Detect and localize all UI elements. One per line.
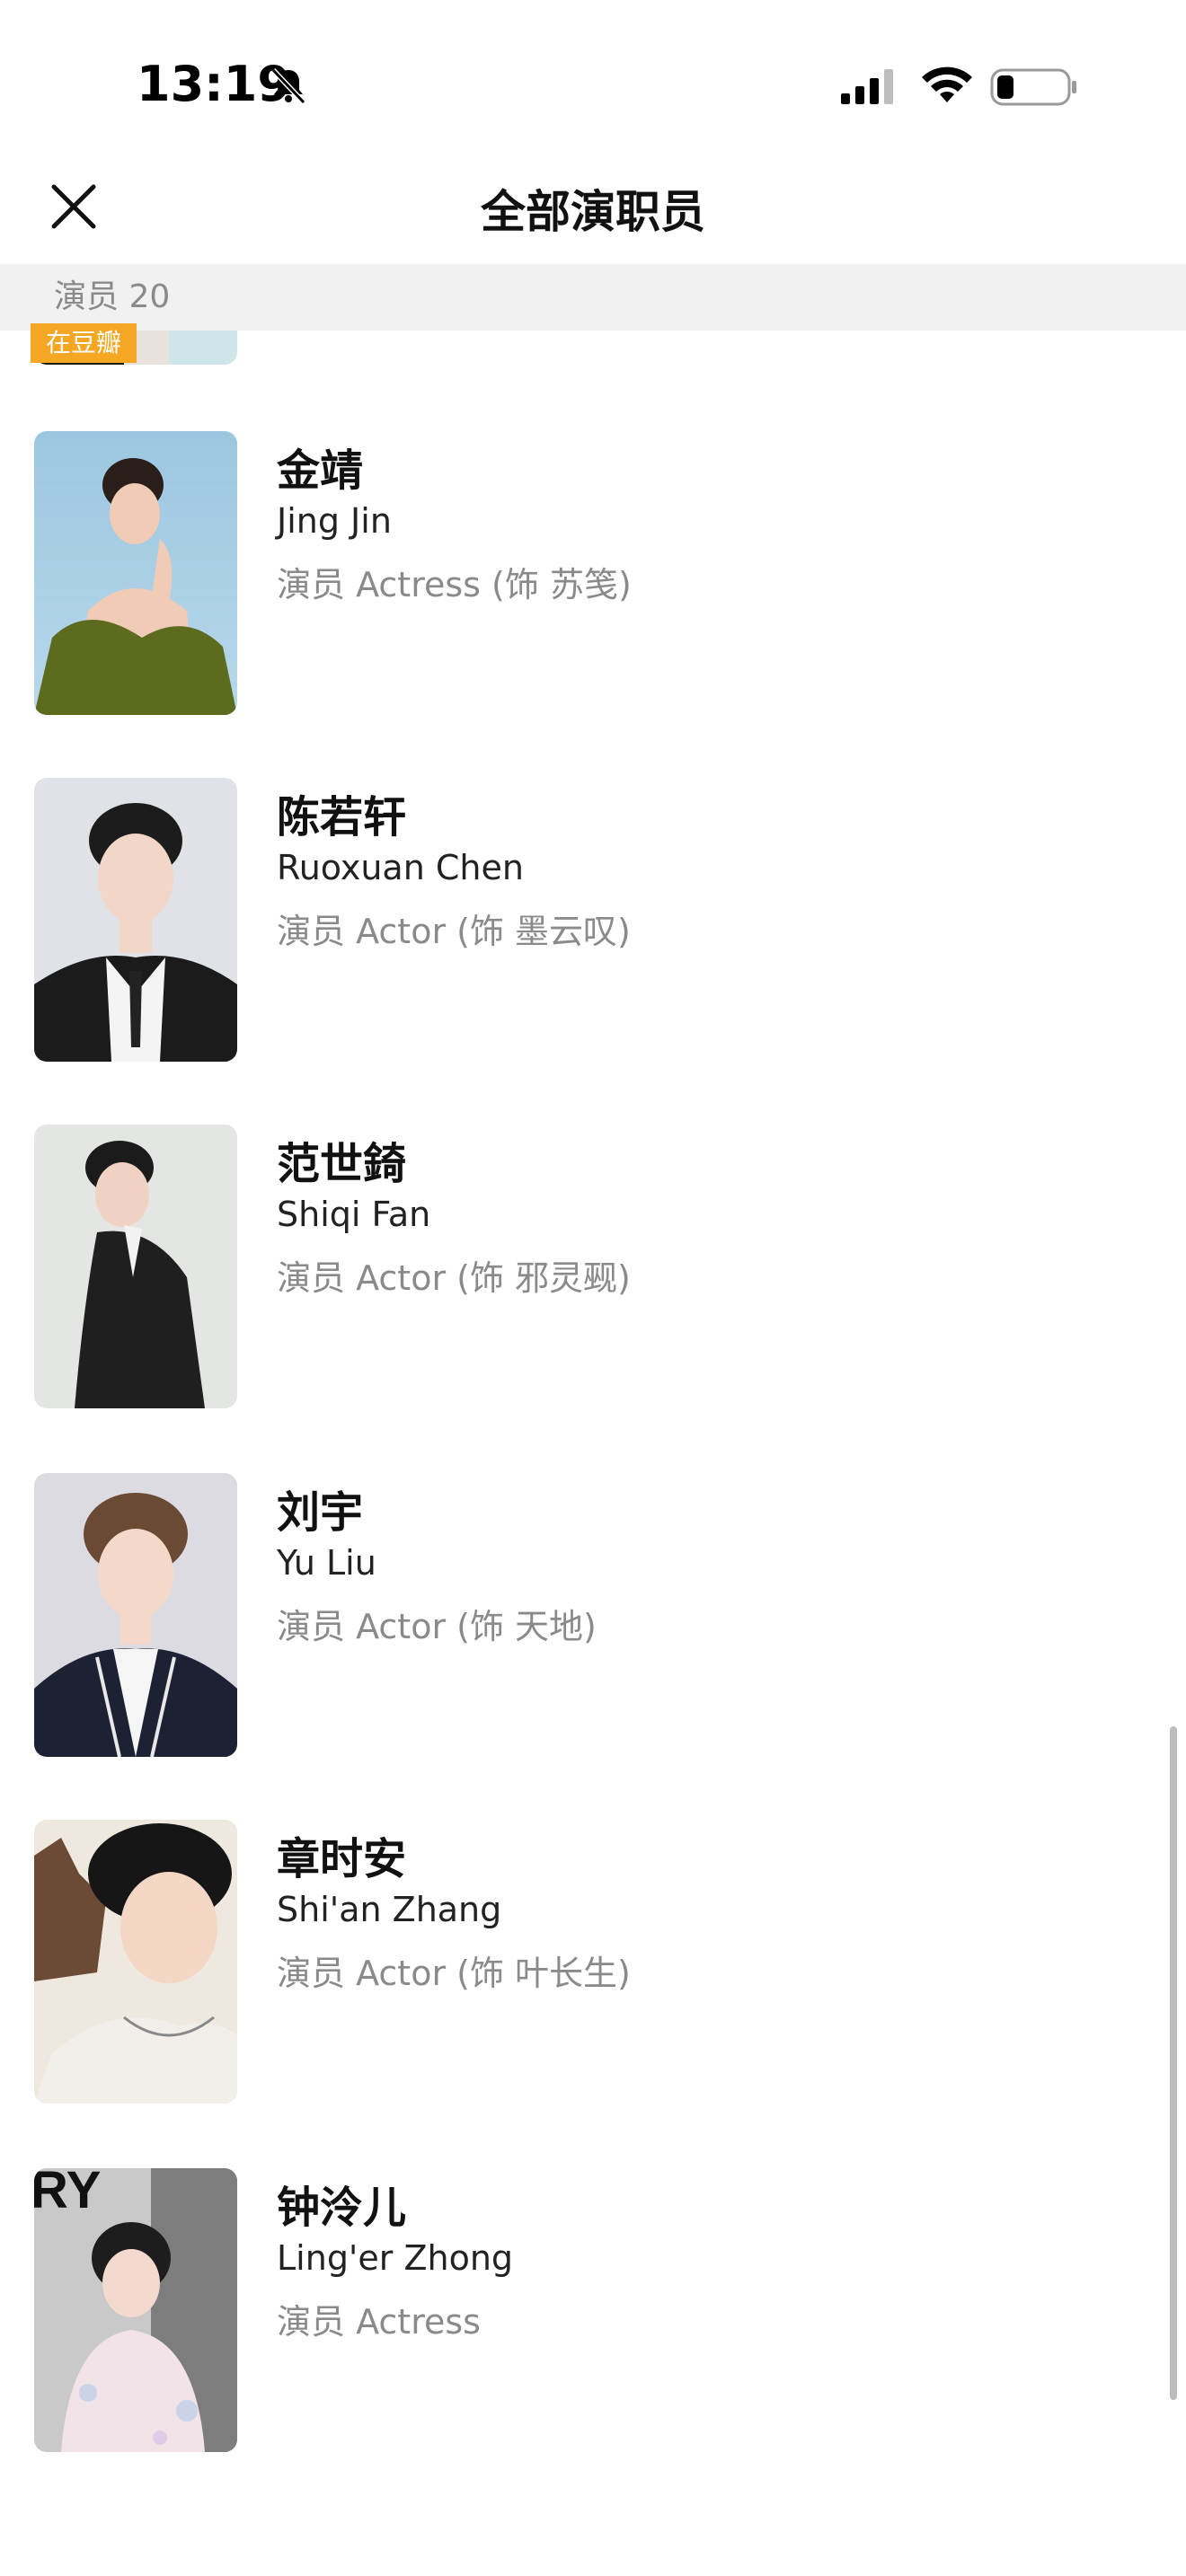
cast-name-en: Ruoxuan Chen xyxy=(277,848,524,887)
cast-role: 演员 Actor (饰 天地) xyxy=(277,1607,597,1646)
cast-photo xyxy=(34,778,237,1062)
cast-photo: RY xyxy=(34,2168,237,2452)
cast-photo xyxy=(34,431,237,715)
cast-name-cn: 刘宇 xyxy=(277,1487,364,1538)
cast-role: 演员 Actress (饰 苏笺) xyxy=(277,565,632,604)
cast-role: 演员 Actor (饰 叶长生) xyxy=(277,1954,631,1993)
cast-list-item[interactable]: 陈若轩 Ruoxuan Chen 演员 Actor (饰 墨云叹) xyxy=(0,778,1186,1065)
cast-name-cn: 范世錡 xyxy=(277,1139,407,1189)
photo-backdrop-text: RY xyxy=(34,2168,101,2219)
cast-name-cn: 金靖 xyxy=(277,446,364,496)
cast-name-cn: 章时安 xyxy=(277,1834,407,1884)
cast-role: 演员 Actor (饰 邪灵觋) xyxy=(277,1258,631,1298)
page-title: 全部演职员 xyxy=(481,186,705,238)
cast-list-item[interactable]: 金靖 Jing Jin 演员 Actress (饰 苏笺) xyxy=(0,431,1186,719)
cast-list-item[interactable]: 章时安 Shi'an Zhang 演员 Actor (饰 叶长生) xyxy=(0,1820,1186,2107)
scrollbar[interactable] xyxy=(1170,1726,1177,2400)
cast-role: 演员 Actress xyxy=(277,2302,481,2342)
cast-name-en: Yu Liu xyxy=(277,1543,376,1583)
battery-icon xyxy=(990,66,1078,108)
cast-photo xyxy=(34,1820,237,2104)
cast-list-item[interactable]: 刘宇 Yu Liu 演员 Actor (饰 天地) xyxy=(0,1473,1186,1760)
cellular-signal-icon xyxy=(839,66,900,106)
douban-badge: 在豆瓣 xyxy=(31,323,137,363)
cast-list-item[interactable]: RY 钟泠儿 Ling'er Zhong 演员 Actress xyxy=(0,2168,1186,2456)
cast-role: 演员 Actor (饰 墨云叹) xyxy=(277,912,631,951)
wifi-icon xyxy=(920,65,974,106)
cast-list-item[interactable]: 范世錡 Shiqi Fan 演员 Actor (饰 邪灵觋) xyxy=(0,1125,1186,1412)
cast-name-cn: 钟泠儿 xyxy=(277,2183,407,2233)
cast-name-cn: 陈若轩 xyxy=(277,792,407,842)
section-header-actors: 演员 20 xyxy=(0,264,1186,331)
cast-name-en: Shi'an Zhang xyxy=(277,1890,502,1929)
cast-name-en: Ling'er Zhong xyxy=(277,2238,514,2278)
cast-photo xyxy=(34,1473,237,1757)
cast-name-en: Shiqi Fan xyxy=(277,1195,431,1234)
bell-slash-icon xyxy=(268,65,309,106)
status-bar: 13:19 xyxy=(0,0,1186,171)
cast-photo xyxy=(34,1125,237,1408)
cast-name-en: Jing Jin xyxy=(277,501,392,541)
